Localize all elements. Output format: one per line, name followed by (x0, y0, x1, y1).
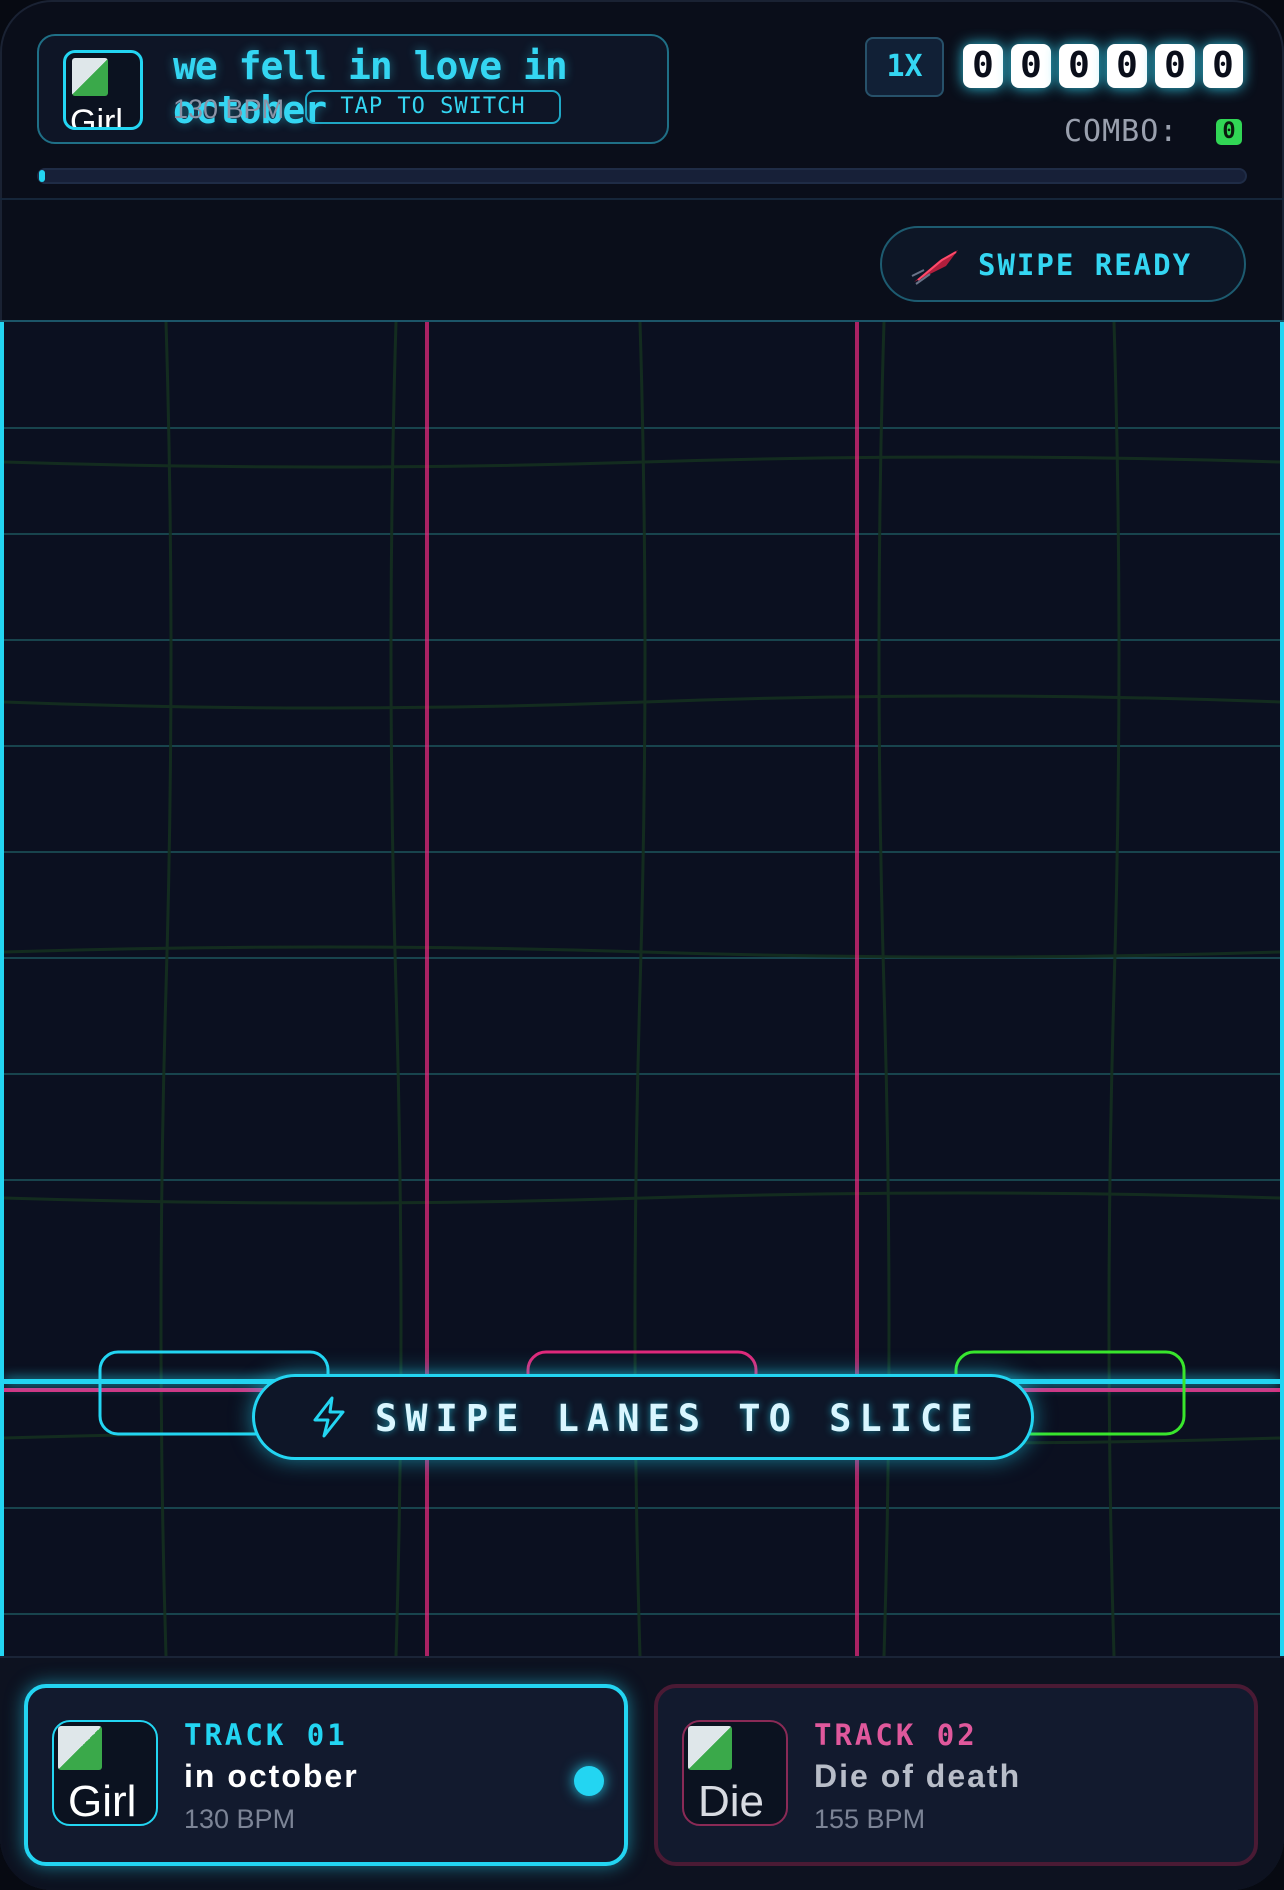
album-cover: Girl (63, 50, 143, 130)
header-divider (0, 198, 1284, 200)
broken-image-icon (58, 1726, 102, 1770)
score-digit: 0 (1107, 44, 1147, 88)
score-digit: 0 (1011, 44, 1051, 88)
score-digit: 0 (963, 44, 1003, 88)
track-bpm: 155 BPM (814, 1804, 926, 1834)
now-playing-card[interactable]: Girl we fell in love in october 130 BPM … (37, 34, 669, 144)
game-screen: Girl we fell in love in october 130 BPM … (0, 0, 1284, 1890)
score-multiplier: 1X (865, 37, 944, 97)
song-progress-fill (39, 170, 45, 182)
track-card-1[interactable]: Girl TRACK 01 in october 130 BPM (24, 1684, 628, 1866)
combo-label: COMBO: (1064, 114, 1179, 149)
selected-indicator-dot (574, 1766, 604, 1796)
score-digit: 0 (1203, 44, 1243, 88)
swipe-ready-indicator: SWIPE READY (880, 226, 1246, 302)
track-number: TRACK 01 (184, 1718, 348, 1752)
score-digit: 0 (1155, 44, 1195, 88)
swipe-ready-label: SWIPE READY (978, 248, 1193, 282)
track-selector: Girl TRACK 01 in october 130 BPM Die TRA… (0, 1656, 1284, 1890)
cover-alt-text: Girl (70, 103, 123, 130)
track-cover: Girl (52, 1720, 158, 1826)
swipe-hint-banner: SWIPE LANES TO SLICE (252, 1374, 1034, 1460)
song-bpm: 130 BPM (173, 94, 285, 124)
track-name: in october (184, 1758, 359, 1794)
playfield[interactable]: SWIPE LANES TO SLICE (0, 322, 1284, 1656)
track-cover: Die (682, 1720, 788, 1826)
broken-image-icon (688, 1726, 732, 1770)
blade-icon (911, 250, 958, 285)
track-bpm: 130 BPM (184, 1804, 296, 1834)
swipe-hint-label: SWIPE LANES TO SLICE (375, 1397, 981, 1440)
tap-to-switch-button[interactable]: TAP TO SWITCH (305, 90, 561, 124)
track-cover-alt: Die (698, 1777, 765, 1826)
score-counter: 0 0 0 0 0 0 (963, 44, 1243, 88)
song-progress-bar (37, 168, 1247, 184)
track-name: Die of death (814, 1758, 1022, 1794)
combo-value: 0 (1216, 119, 1242, 145)
track-card-2[interactable]: Die TRACK 02 Die of death 155 BPM (654, 1684, 1258, 1866)
broken-image-icon (72, 58, 108, 96)
score-digit: 0 (1059, 44, 1099, 88)
track-cover-alt: Girl (68, 1777, 137, 1826)
track-number: TRACK 02 (814, 1718, 978, 1752)
lightning-icon (313, 1396, 345, 1438)
